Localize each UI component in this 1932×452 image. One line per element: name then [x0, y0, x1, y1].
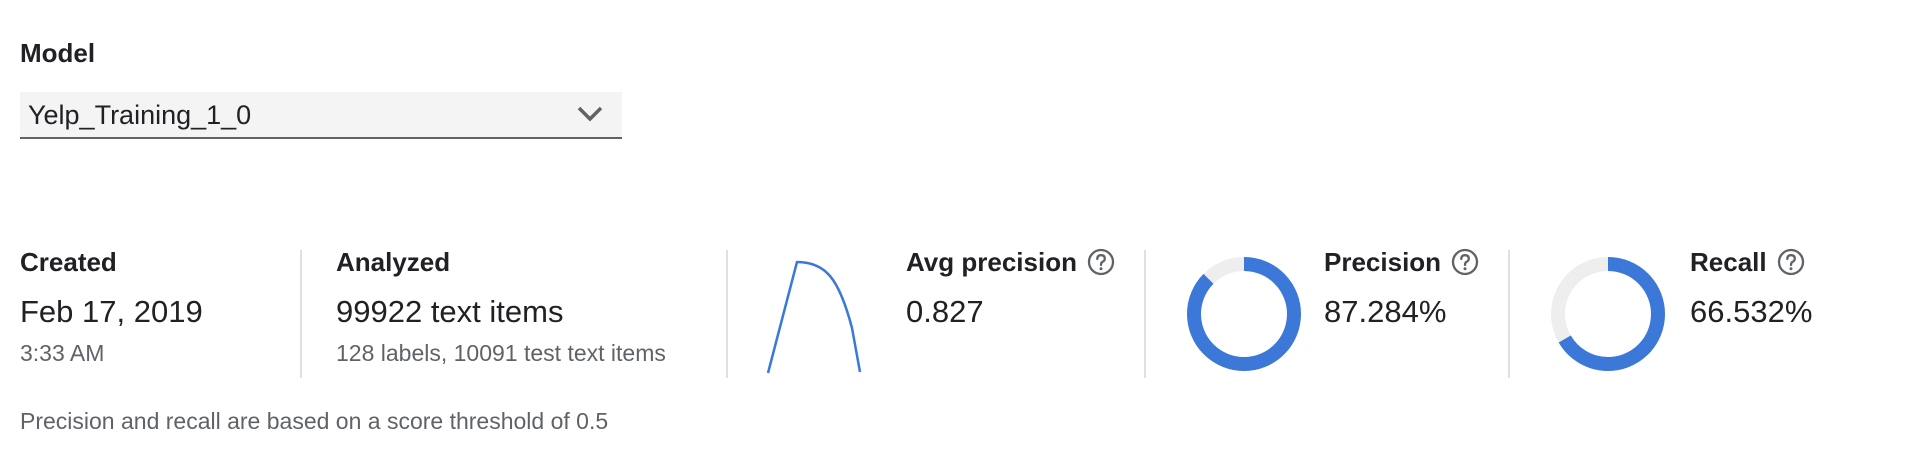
analyzed-items: 99922 text items: [336, 294, 564, 329]
created-title: Created: [20, 247, 117, 277]
divider: [1508, 250, 1510, 378]
avg-precision-value: 0.827: [906, 294, 984, 329]
divider: [726, 250, 728, 378]
divider: [1144, 250, 1146, 378]
analyzed-stat: Analyzed 99922 text items 128 labels, 10…: [336, 246, 666, 367]
precision-label: Precision: [1324, 247, 1442, 277]
model-select-value: Yelp_Training_1_0: [28, 100, 252, 130]
precision-title: Precision: [1324, 246, 1479, 278]
created-date: Feb 17, 2019: [20, 294, 203, 329]
model-label: Model: [20, 38, 96, 68]
avg-precision-title: Avg precision: [906, 246, 1115, 278]
precision-recall-curve: [766, 260, 862, 374]
created-stat: Created Feb 17, 2019 3:33 AM: [20, 246, 203, 367]
chevron-down-icon[interactable]: [576, 104, 604, 124]
avg-precision-label: Avg precision: [906, 247, 1077, 277]
recall-stat: Recall 66.532%: [1690, 246, 1812, 330]
created-time: 3:33 AM: [20, 340, 105, 366]
analyzed-details: 128 labels, 10091 test text items: [336, 340, 666, 366]
help-circle-icon[interactable]: [1777, 248, 1805, 276]
recall-donut: [1551, 257, 1665, 371]
divider: [300, 250, 302, 378]
help-circle-icon[interactable]: [1451, 248, 1479, 276]
help-circle-icon[interactable]: [1087, 248, 1115, 276]
recall-value: 66.532%: [1690, 294, 1813, 329]
avg-precision-stat: Avg precision 0.827: [906, 246, 1115, 330]
recall-title: Recall: [1690, 246, 1812, 278]
precision-donut: [1187, 257, 1301, 371]
analyzed-title: Analyzed: [336, 247, 451, 277]
model-select[interactable]: Yelp_Training_1_0: [20, 92, 622, 139]
precision-value: 87.284%: [1324, 294, 1447, 329]
recall-label: Recall: [1690, 247, 1767, 277]
precision-stat: Precision 87.284%: [1324, 246, 1479, 330]
threshold-note: Precision and recall are based on a scor…: [20, 408, 609, 434]
